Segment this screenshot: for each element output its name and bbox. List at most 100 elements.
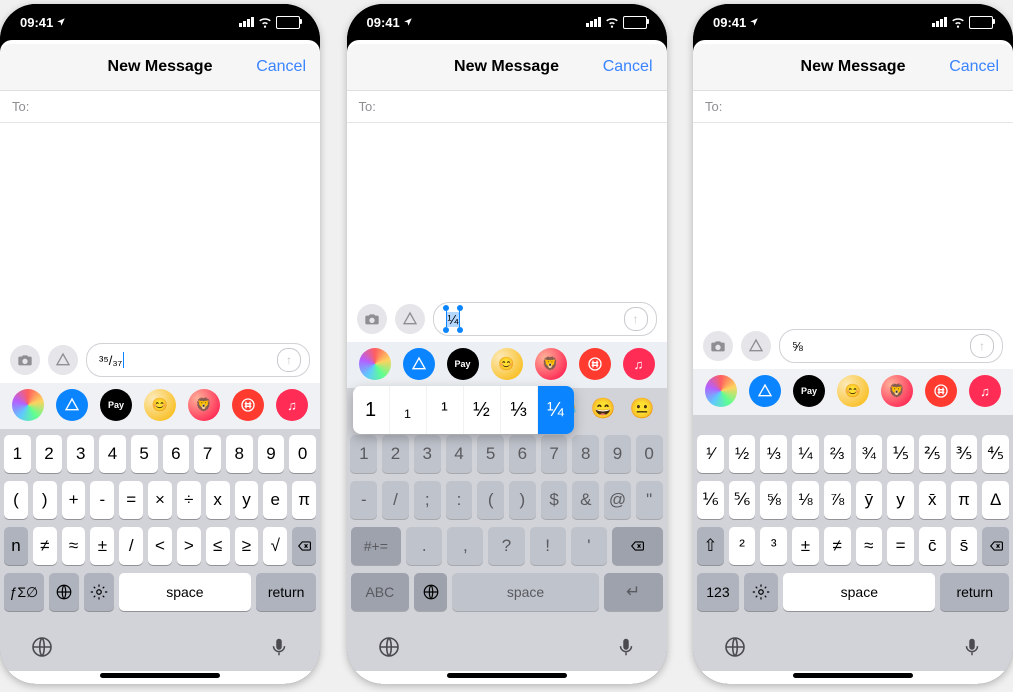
- to-field[interactable]: To:: [0, 91, 320, 123]
- key-²[interactable]: ²: [729, 527, 756, 565]
- settings-key[interactable]: [744, 573, 778, 611]
- hashtag-app-icon[interactable]: [579, 348, 611, 380]
- key-≤[interactable]: ≤: [206, 527, 230, 565]
- key-![interactable]: !: [530, 527, 566, 565]
- key-4[interactable]: 4: [99, 435, 126, 473]
- emoji-globe-icon[interactable]: [377, 635, 401, 659]
- popup-key-½[interactable]: ½: [464, 386, 501, 434]
- cancel-button[interactable]: Cancel: [949, 58, 999, 76]
- key-=[interactable]: =: [119, 481, 143, 519]
- return-key[interactable]: return: [940, 573, 1009, 611]
- appstore-app-icon[interactable]: [749, 375, 781, 407]
- key-0[interactable]: 0: [289, 435, 316, 473]
- numbers-key[interactable]: 123: [697, 573, 739, 611]
- key-([interactable]: (: [4, 481, 28, 519]
- dictation-icon[interactable]: [268, 636, 290, 658]
- message-body[interactable]: [693, 123, 1013, 323]
- animoji-app-icon[interactable]: 🦁: [535, 348, 567, 380]
- key-popup[interactable]: 1₁¹½⅓¼: [353, 386, 574, 434]
- key-π[interactable]: π: [951, 481, 978, 519]
- key-9[interactable]: 9: [258, 435, 285, 473]
- key-≥[interactable]: ≥: [235, 527, 259, 565]
- key-n[interactable]: n: [4, 527, 28, 565]
- send-button[interactable]: ↑: [624, 307, 648, 331]
- key-0[interactable]: 0: [636, 435, 663, 473]
- appstore-app-icon[interactable]: [56, 389, 88, 421]
- key-6[interactable]: 6: [163, 435, 190, 473]
- memoji-app-icon[interactable]: 😊: [144, 389, 176, 421]
- applepay-app-icon[interactable]: Pay: [447, 348, 479, 380]
- key--[interactable]: -: [90, 481, 114, 519]
- globe-key[interactable]: [49, 573, 79, 611]
- camera-button[interactable]: [357, 304, 387, 334]
- send-button[interactable]: ↑: [277, 348, 301, 372]
- hashtag-app-icon[interactable]: [925, 375, 957, 407]
- cancel-button[interactable]: Cancel: [603, 58, 653, 76]
- music-app-icon[interactable]: ♫: [969, 375, 1001, 407]
- key-1[interactable]: 1: [350, 435, 377, 473]
- symbols-key[interactable]: #+=: [351, 527, 402, 565]
- key-⅖[interactable]: ⅖: [919, 435, 946, 473]
- key-≠[interactable]: ≠: [824, 527, 851, 565]
- hashtag-app-icon[interactable]: [232, 389, 264, 421]
- applepay-app-icon[interactable]: Pay: [100, 389, 132, 421]
- key-?[interactable]: ?: [488, 527, 524, 565]
- key-⅝[interactable]: ⅝: [760, 481, 787, 519]
- space-key[interactable]: space: [119, 573, 252, 611]
- key-e[interactable]: e: [263, 481, 287, 519]
- symbols-key[interactable]: ƒΣ∅: [4, 573, 44, 611]
- key-y[interactable]: y: [887, 481, 914, 519]
- key-¼[interactable]: ¼: [792, 435, 819, 473]
- key-=[interactable]: =: [887, 527, 914, 565]
- key-⅚[interactable]: ⅚: [729, 481, 756, 519]
- return-key[interactable]: return: [256, 573, 316, 611]
- selection-handle[interactable]: [459, 311, 460, 327]
- popup-key-⅓[interactable]: ⅓: [501, 386, 538, 434]
- key-7[interactable]: 7: [194, 435, 221, 473]
- key-≈[interactable]: ≈: [62, 527, 86, 565]
- memoji-app-icon[interactable]: 😊: [491, 348, 523, 380]
- home-indicator[interactable]: [447, 673, 567, 678]
- key-⅘[interactable]: ⅘: [982, 435, 1009, 473]
- key-÷[interactable]: ÷: [177, 481, 201, 519]
- key-)[interactable]: ): [509, 481, 536, 519]
- applepay-app-icon[interactable]: Pay: [793, 375, 825, 407]
- return-key[interactable]: ↵: [604, 573, 663, 611]
- message-input[interactable]: ⅝ ↑: [779, 329, 1003, 363]
- message-input[interactable]: ¼ ↑: [433, 302, 657, 336]
- animoji-app-icon[interactable]: 🦁: [881, 375, 913, 407]
- key-⅗[interactable]: ⅗: [951, 435, 978, 473]
- photos-app-icon[interactable]: [12, 389, 44, 421]
- key-±[interactable]: ±: [90, 527, 114, 565]
- key-×[interactable]: ×: [148, 481, 172, 519]
- key-/[interactable]: /: [382, 481, 409, 519]
- key-&[interactable]: &: [572, 481, 599, 519]
- emoji-suggestion[interactable]: 😐: [630, 396, 655, 421]
- emoji-suggestion[interactable]: 😄: [591, 396, 616, 421]
- key-⅕[interactable]: ⅕: [887, 435, 914, 473]
- message-input[interactable]: ³⁵/₃₇ ↑: [86, 343, 310, 377]
- key-8[interactable]: 8: [226, 435, 253, 473]
- dictation-icon[interactable]: [615, 636, 637, 658]
- home-indicator[interactable]: [100, 673, 220, 678]
- key--[interactable]: -: [350, 481, 377, 519]
- key-5[interactable]: 5: [131, 435, 158, 473]
- key-⅓[interactable]: ⅓: [760, 435, 787, 473]
- photos-app-icon[interactable]: [705, 375, 737, 407]
- dictation-icon[interactable]: [961, 636, 983, 658]
- key-1[interactable]: 1: [4, 435, 31, 473]
- key-x[interactable]: x: [206, 481, 230, 519]
- key-c̄[interactable]: c̄: [919, 527, 946, 565]
- key-4[interactable]: 4: [446, 435, 473, 473]
- key-π[interactable]: π: [292, 481, 316, 519]
- emoji-globe-icon[interactable]: [723, 635, 747, 659]
- shift-key[interactable]: ⇧: [697, 527, 724, 565]
- to-field[interactable]: To:: [693, 91, 1013, 123]
- key-5[interactable]: 5: [477, 435, 504, 473]
- key-¹∕[interactable]: ¹∕: [697, 435, 724, 473]
- memoji-app-icon[interactable]: 😊: [837, 375, 869, 407]
- key-+[interactable]: +: [62, 481, 86, 519]
- key-±[interactable]: ±: [792, 527, 819, 565]
- key-$[interactable]: $: [541, 481, 568, 519]
- key-"[interactable]: ": [636, 481, 663, 519]
